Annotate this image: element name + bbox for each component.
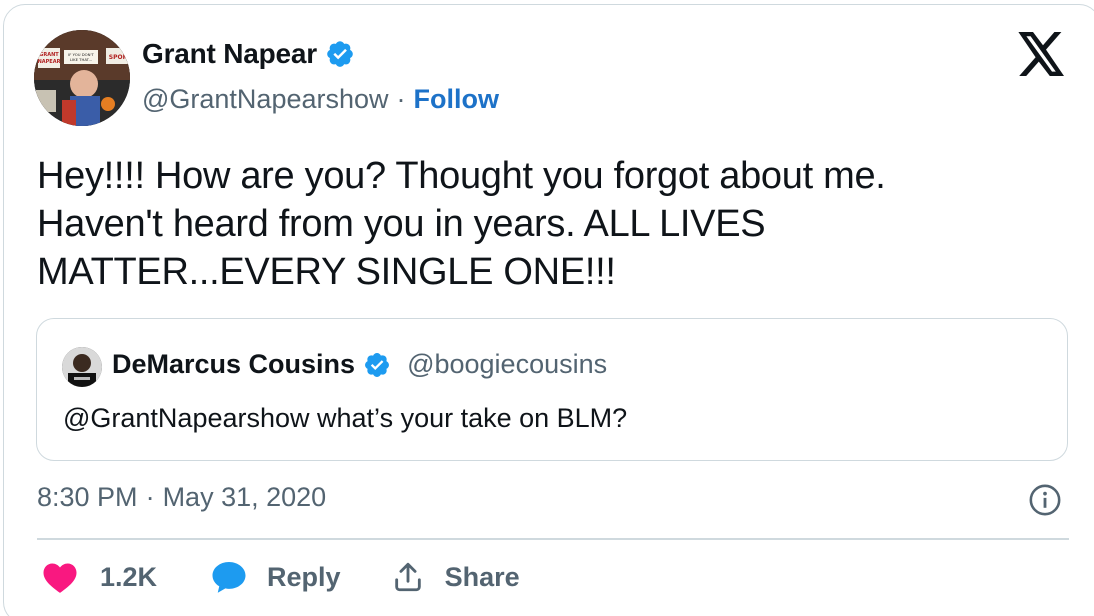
- quoted-author-handle[interactable]: @boogiecousins: [407, 349, 607, 380]
- heart-icon: [43, 563, 77, 593]
- reply-label: Reply: [267, 561, 341, 592]
- svg-text:NAPEAR: NAPEAR: [38, 59, 61, 65]
- share-label: Share: [444, 561, 520, 592]
- separator-dot: ·: [396, 84, 406, 114]
- info-icon[interactable]: [1028, 483, 1062, 517]
- follow-button[interactable]: Follow: [414, 84, 499, 115]
- tweet-text-line-2: Haven't heard from you in years. ALL LIV…: [37, 203, 766, 245]
- tweet-text-line-1: Hey!!!! How are you? Thought you forgot …: [37, 155, 886, 197]
- x-logo-icon[interactable]: [1018, 32, 1066, 76]
- quoted-author-avatar[interactable]: [62, 347, 102, 387]
- quoted-tweet[interactable]: DeMarcus Cousins @boogiecousins @GrantNa…: [36, 318, 1068, 461]
- share-button[interactable]: Share: [391, 560, 520, 594]
- divider: [37, 538, 1069, 540]
- like-button[interactable]: 1.2K: [42, 560, 157, 594]
- tweet-timestamp[interactable]: 8:30 PM · May 31, 2020: [37, 482, 326, 513]
- author-handle[interactable]: @GrantNapearshow: [142, 84, 389, 115]
- quoted-author-name[interactable]: DeMarcus Cousins: [112, 349, 355, 380]
- author-handle-row: @GrantNapearshow · Follow: [142, 84, 499, 115]
- share-upload-icon: [394, 562, 421, 592]
- author-name[interactable]: Grant Napear: [142, 38, 317, 70]
- tweet-text-line-3: MATTER...EVERY SINGLE ONE!!!: [37, 251, 616, 293]
- speech-bubble-icon: [212, 562, 246, 593]
- svg-text:LIKE THAT...: LIKE THAT...: [70, 57, 92, 62]
- reply-button[interactable]: Reply: [211, 560, 341, 594]
- verified-badge-icon: [365, 352, 390, 377]
- separator-dot: ·: [145, 482, 155, 512]
- author-name-row[interactable]: Grant Napear: [142, 38, 355, 70]
- tweet-text: Hey!!!! How are you? Thought you forgot …: [37, 152, 1037, 296]
- tweet-date: May 31, 2020: [162, 482, 327, 512]
- tweet-time: 8:30 PM: [37, 482, 138, 512]
- quoted-author-row: DeMarcus Cousins @boogiecousins: [112, 349, 607, 380]
- action-bar: 1.2K Reply Share: [42, 560, 520, 594]
- author-avatar[interactable]: GRANT NAPEAR IF YOU DON'T LIKE THAT... S…: [34, 30, 130, 126]
- verified-badge-icon: [327, 41, 353, 67]
- like-count: 1.2K: [100, 561, 158, 592]
- quoted-tweet-text: @GrantNapearshow what’s your take on BLM…: [63, 403, 628, 433]
- svg-text:GRANT: GRANT: [39, 52, 59, 58]
